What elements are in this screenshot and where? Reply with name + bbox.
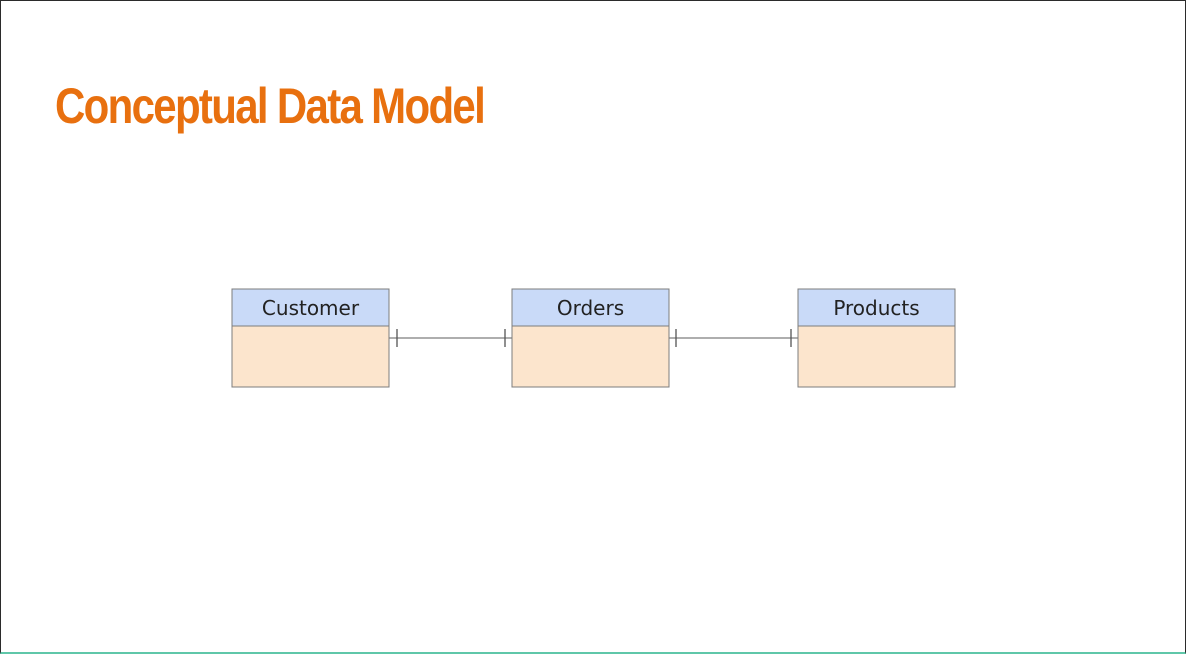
entity-orders[interactable]: Orders [511,288,670,388]
entity-body [511,324,670,388]
entity-body [797,324,956,388]
relationship-orders-products [669,329,798,347]
er-diagram: Customer Orders Products [231,288,956,388]
entity-customer[interactable]: Customer [231,288,390,388]
entity-name: Customer [262,296,360,320]
entity-name: Orders [557,296,624,320]
relationship-customer-orders [389,329,512,347]
entity-body [231,324,390,388]
entity-name: Products [833,296,919,320]
entity-products[interactable]: Products [797,288,956,388]
slide: Conceptual Data Model Customer Orders Pr… [0,0,1186,654]
